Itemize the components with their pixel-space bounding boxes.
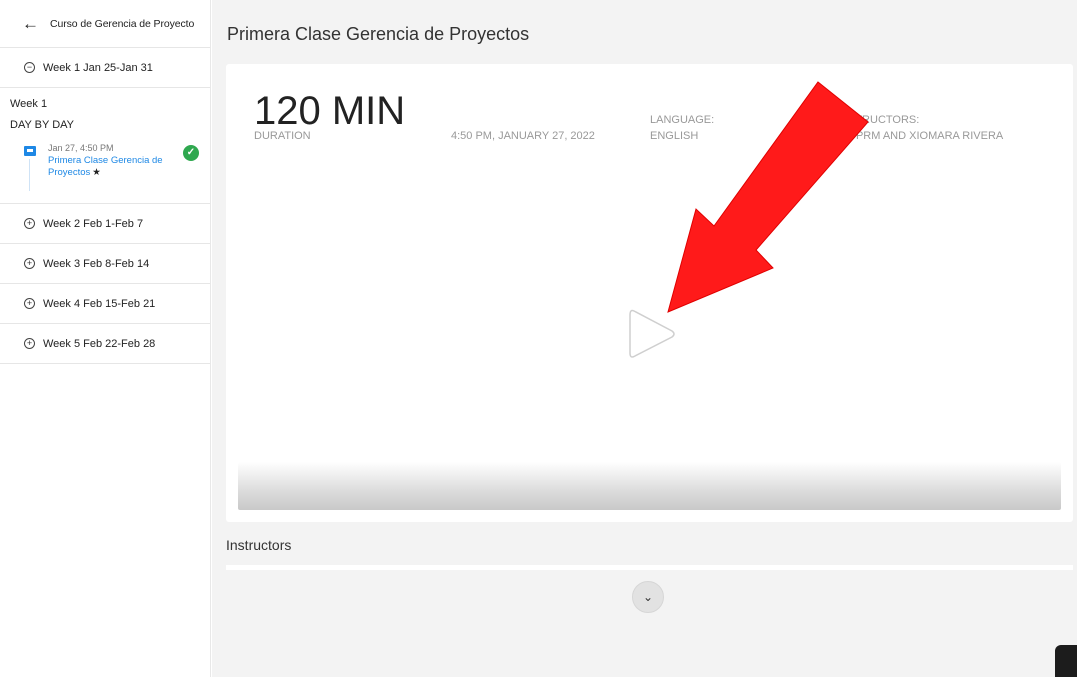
week-label: Week 1 Jan 25-Jan 31 bbox=[43, 61, 153, 74]
sidebar-header: ← Curso de Gerencia de Proyecto bbox=[0, 0, 210, 48]
timeline-line bbox=[29, 159, 30, 191]
lesson-title[interactable]: Primera Clase Gerencia de Proyectos bbox=[48, 155, 163, 178]
duration-label: DURATION bbox=[254, 130, 311, 142]
instructors-panel bbox=[226, 565, 1073, 570]
video-control-bar[interactable] bbox=[238, 462, 1061, 510]
week-heading: Week 1 bbox=[10, 98, 48, 110]
week-label: Week 2 Feb 1-Feb 7 bbox=[43, 217, 144, 230]
expand-instructors-button[interactable]: ⌄ bbox=[632, 581, 664, 613]
day-by-day-heading: DAY BY DAY bbox=[10, 119, 74, 131]
expand-icon: + bbox=[24, 258, 35, 269]
course-sidebar: ← Curso de Gerencia de Proyecto − Week 1… bbox=[0, 0, 211, 677]
collapse-icon: − bbox=[24, 62, 35, 73]
sidebar-item-week-5[interactable]: + Week 5 Feb 22-Feb 28 bbox=[0, 324, 210, 364]
session-datetime: 4:50 PM, JANUARY 27, 2022 bbox=[451, 130, 595, 142]
annotation-arrow-icon bbox=[667, 81, 869, 313]
sidebar-item-week-3[interactable]: + Week 3 Feb 8-Feb 14 bbox=[0, 244, 210, 284]
sidebar-item-week-1-toggle[interactable]: − Week 1 Jan 25-Jan 31 bbox=[0, 48, 210, 88]
duration-value: 120 MIN bbox=[254, 89, 406, 133]
expand-icon: + bbox=[24, 298, 35, 309]
back-arrow-icon[interactable]: ← bbox=[22, 15, 42, 32]
chat-widget-button[interactable] bbox=[1055, 645, 1077, 677]
session-flag-icon bbox=[24, 146, 36, 156]
course-title: Curso de Gerencia de Proyecto bbox=[50, 17, 195, 30]
star-icon: ★ bbox=[92, 167, 101, 178]
session-card: 120 MIN DURATION 4:50 PM, JANUARY 27, 20… bbox=[226, 64, 1073, 522]
expand-icon: + bbox=[24, 338, 35, 349]
lesson-link[interactable]: Primera Clase Gerencia de Proyectos ★ bbox=[48, 155, 170, 179]
instructors-heading: Instructors bbox=[226, 537, 292, 553]
check-circle-icon: ✓ bbox=[183, 145, 199, 161]
app-window: ← Curso de Gerencia de Proyecto − Week 1… bbox=[0, 0, 1077, 677]
main-content: Primera Clase Gerencia de Proyectos 120 … bbox=[212, 0, 1077, 677]
week-label: Week 3 Feb 8-Feb 14 bbox=[43, 257, 150, 270]
chevron-down-icon: ⌄ bbox=[642, 590, 654, 604]
week-label: Week 4 Feb 15-Feb 21 bbox=[43, 297, 156, 310]
play-icon[interactable] bbox=[628, 307, 676, 361]
week-1-content: Week 1 DAY BY DAY Jan 27, 4:50 PM Primer… bbox=[0, 88, 210, 204]
sidebar-item-week-2[interactable]: + Week 2 Feb 1-Feb 7 bbox=[0, 204, 210, 244]
week-label: Week 5 Feb 22-Feb 28 bbox=[43, 337, 156, 350]
lesson-item[interactable]: Jan 27, 4:50 PM Primera Clase Gerencia d… bbox=[0, 143, 210, 191]
expand-icon: + bbox=[24, 218, 35, 229]
sidebar-item-week-4[interactable]: + Week 4 Feb 15-Feb 21 bbox=[0, 284, 210, 324]
page-title: Primera Clase Gerencia de Proyectos bbox=[227, 24, 530, 44]
